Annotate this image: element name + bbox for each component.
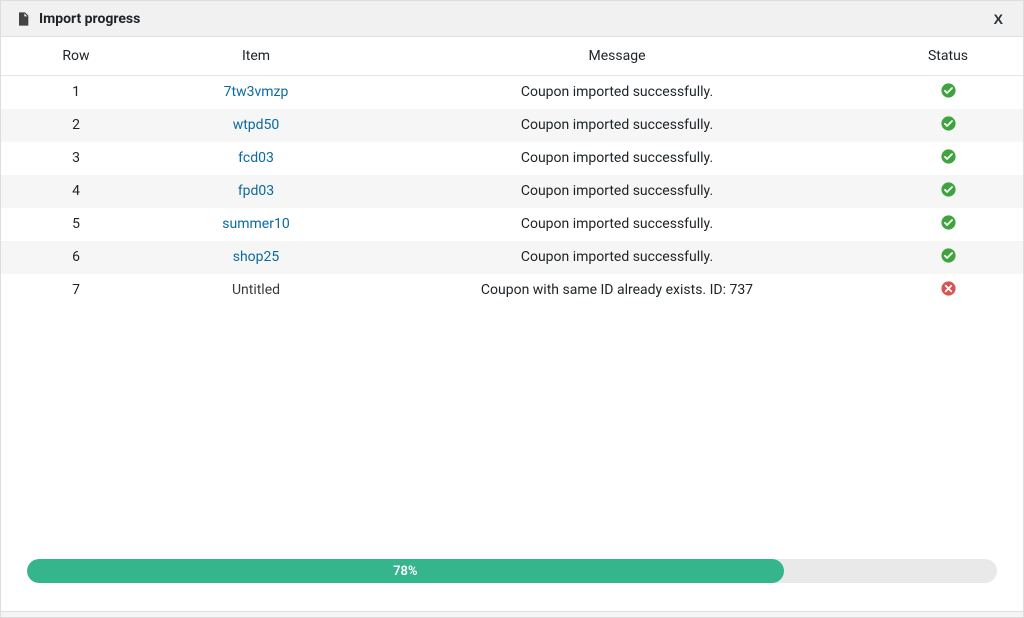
cell-status [873, 75, 1023, 109]
cell-item: fcd03 [151, 142, 361, 175]
item-link[interactable]: summer10 [222, 216, 289, 232]
cell-status [873, 109, 1023, 142]
header-status: Status [873, 37, 1023, 75]
cell-message: Coupon imported successfully. [361, 175, 873, 208]
document-icon [15, 11, 31, 27]
item-link[interactable]: 7tw3vmzp [224, 84, 289, 100]
cell-item: Untitled [151, 274, 361, 307]
cell-row-number: 2 [1, 109, 151, 142]
close-button[interactable]: X [988, 9, 1009, 29]
table-row: 2 wtpd50 Coupon imported successfully. [1, 109, 1023, 142]
cell-item: shop25 [151, 241, 361, 274]
cell-message: Coupon imported successfully. [361, 241, 873, 274]
success-icon [940, 181, 957, 198]
item-link[interactable]: fpd03 [238, 183, 274, 199]
import-progress-dialog: Import progress X Row Item Message Statu… [0, 0, 1024, 618]
header-item: Item [151, 37, 361, 75]
cell-item: wtpd50 [151, 109, 361, 142]
dialog-title: Import progress [39, 11, 140, 27]
cell-row-number: 6 [1, 241, 151, 274]
cell-message: Coupon imported successfully. [361, 75, 873, 109]
import-results-table: Row Item Message Status 1 7tw3vmzp Coupon … [1, 37, 1023, 307]
table-header-row: Row Item Message Status [1, 37, 1023, 75]
item-text: Untitled [232, 282, 280, 298]
progress-label: 78% [393, 564, 417, 579]
progress-fill: 78% [27, 559, 784, 583]
item-link[interactable]: fcd03 [238, 150, 274, 166]
cell-message: Coupon imported successfully. [361, 208, 873, 241]
dialog-footer: 78% [1, 539, 1023, 611]
cell-status [873, 274, 1023, 307]
table-row: 4 fpd03 Coupon imported successfully. [1, 175, 1023, 208]
table-row: 3 fcd03 Coupon imported successfully. [1, 142, 1023, 175]
bottom-border [1, 611, 1023, 617]
cell-item: 7tw3vmzp [151, 75, 361, 109]
cell-message: Coupon imported successfully. [361, 142, 873, 175]
success-icon [940, 214, 957, 231]
success-icon [940, 247, 957, 264]
cell-status [873, 175, 1023, 208]
cell-message: Coupon imported successfully. [361, 109, 873, 142]
table-row: 7 Untitled Coupon with same ID already exi… [1, 274, 1023, 307]
table-row: 5 summer10 Coupon imported successfully. [1, 208, 1023, 241]
cell-row-number: 3 [1, 142, 151, 175]
cell-row-number: 7 [1, 274, 151, 307]
progress-bar: 78% [27, 559, 997, 583]
table-row: 6 shop25 Coupon imported successfully. [1, 241, 1023, 274]
cell-status [873, 208, 1023, 241]
dialog-titlebar: Import progress X [1, 1, 1023, 37]
titlebar-left: Import progress [15, 11, 140, 27]
item-link[interactable]: shop25 [233, 249, 280, 265]
cell-row-number: 4 [1, 175, 151, 208]
cell-row-number: 1 [1, 75, 151, 109]
table-row: 1 7tw3vmzp Coupon imported successfully. [1, 75, 1023, 109]
cell-message: Coupon with same ID already exists. ID: … [361, 274, 873, 307]
success-icon [940, 82, 957, 99]
success-icon [940, 115, 957, 132]
success-icon [940, 148, 957, 165]
cell-item: summer10 [151, 208, 361, 241]
cell-status [873, 241, 1023, 274]
header-row: Row [1, 37, 151, 75]
cell-row-number: 5 [1, 208, 151, 241]
error-icon [940, 280, 957, 297]
cell-item: fpd03 [151, 175, 361, 208]
content-area: Row Item Message Status 1 7tw3vmzp Coupon … [1, 37, 1023, 539]
cell-status [873, 142, 1023, 175]
item-link[interactable]: wtpd50 [233, 117, 280, 133]
header-message: Message [361, 37, 873, 75]
